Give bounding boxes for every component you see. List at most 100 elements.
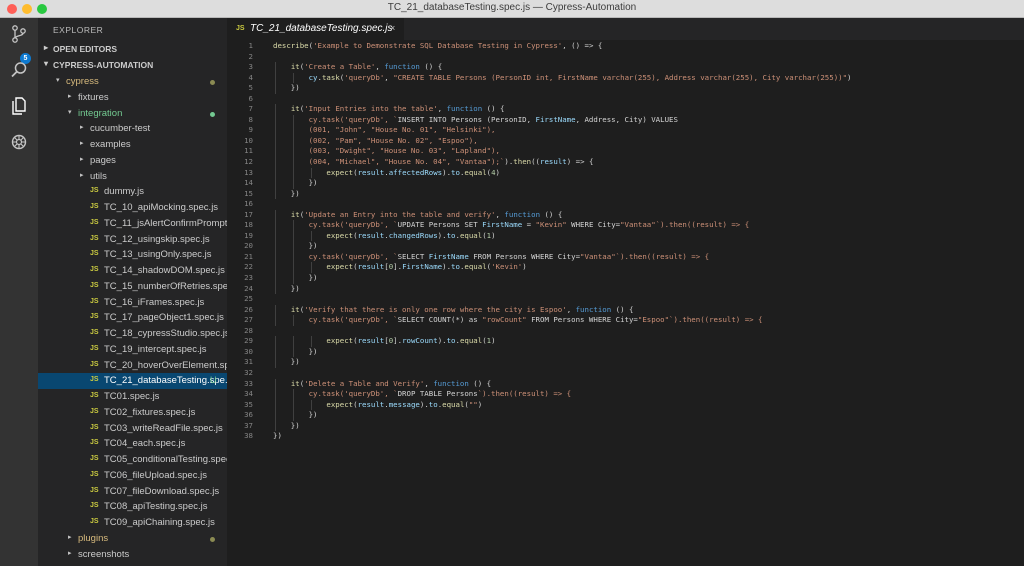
code-line: 10 (002, "Pam", "House No. 02", "Espoo")… (227, 135, 1024, 147)
line-number: 3 (248, 62, 253, 72)
file-item[interactable]: JS TC06_fileUpload.spec.js (38, 468, 227, 484)
js-file-icon: JS (90, 218, 99, 226)
file-item[interactable]: JS TC02_fixtures.spec.js (38, 405, 227, 421)
chevron-right-icon: ▸ (80, 171, 84, 179)
folder-item[interactable]: ▸ utils (38, 169, 227, 185)
folder-item[interactable]: ▸ cucumber-test (38, 121, 227, 137)
tab-active-file[interactable]: JS TC_21_databaseTesting.spec.js × (227, 18, 404, 40)
modified-dot-icon (210, 80, 215, 85)
line-number: 22 (244, 262, 253, 272)
file-item[interactable]: JS TC_10_apiMocking.spec.js (38, 200, 227, 216)
code-text: it('Create a Table', function () { (290, 62, 443, 72)
line-number: 25 (244, 294, 253, 304)
open-editors-section[interactable]: ▸ OPEN EDITORS (38, 41, 227, 57)
code-text: }) (273, 241, 318, 251)
code-line: 26 it('Verify that there is only one row… (227, 304, 1024, 316)
code-line: 8 cy.task('queryDb', `INSERT INTO Person… (227, 114, 1024, 126)
debug-icon[interactable] (9, 132, 29, 152)
code-line: 23 }) (227, 273, 1024, 284)
code-text: cy.task('queryDb', `INSERT INTO Persons … (273, 114, 678, 124)
file-item[interactable]: JS TC05_conditionalTesting.spec.js (38, 452, 227, 468)
file-item[interactable]: JS TC_16_iFrames.spec.js (38, 295, 227, 311)
file-item[interactable]: JS TC09_apiChaining.spec.js (38, 515, 227, 531)
tree-item-label: TC08_apiTesting.spec.js (104, 501, 208, 513)
line-number: 4 (248, 72, 253, 82)
code-line: 3 it('Create a Table', function () { (227, 62, 1024, 73)
title-bar: TC_21_databaseTesting.spec.js — Cypress-… (0, 0, 1024, 18)
file-item[interactable]: JS dummy.js (38, 184, 227, 200)
folder-item[interactable]: ▾ integration (38, 106, 227, 122)
file-item[interactable]: JS TC_11_jsAlertConfirmPrompt.sp... (38, 216, 227, 232)
code-line: 29 expect(result[0].rowCount).to.equal(1… (227, 336, 1024, 347)
file-item[interactable]: JS TC08_apiTesting.spec.js (38, 499, 227, 515)
explorer-title: EXPLORER (53, 25, 104, 35)
project-section[interactable]: ▾ CYPRESS-AUTOMATION (38, 57, 227, 73)
code-line: 33 it('Delete a Table and Verify', funct… (227, 378, 1024, 390)
js-file-icon: JS (90, 423, 99, 431)
file-item[interactable]: JS TC_15_numberOfRetries.spec.js (38, 279, 227, 295)
js-file-icon: JS (90, 470, 99, 478)
js-file-icon: JS (90, 281, 99, 289)
tree-item-label: dummy.js (104, 186, 144, 198)
js-file-icon: JS (90, 266, 99, 273)
file-item[interactable]: JS TC_18_cypressStudio.spec.js (38, 326, 227, 342)
file-item[interactable]: JS TC03_writeReadFile.spec.js (38, 421, 227, 437)
file-item[interactable]: JS TC_20_hoverOverElement.spec... (38, 358, 227, 374)
line-number: 26 (244, 304, 253, 314)
modified-dot-icon (210, 111, 215, 117)
files-icon[interactable] (9, 96, 29, 116)
file-item[interactable]: JS TC_19_intercept.spec.js (38, 342, 227, 358)
file-item[interactable]: JS TC_12_usingskip.spec.js (38, 232, 227, 248)
file-item[interactable]: JS TC_13_usingOnly.spec.js (38, 247, 227, 263)
tree-item-label: TC_13_usingOnly.spec.js (104, 249, 212, 261)
tree-item-label: fixtures (78, 91, 109, 103)
git-status-badge: U (210, 375, 217, 386)
code-line: 21 cy.task('queryDb', `SELECT FirstName … (227, 251, 1024, 263)
code-line: 16 (227, 199, 1024, 210)
js-file-icon: JS (90, 407, 99, 415)
line-number: 16 (244, 199, 253, 209)
tree-item-label: cucumber-test (90, 123, 151, 135)
folder-item[interactable]: ▸ pages (38, 153, 227, 169)
file-item[interactable]: JS TC_14_shadowDOM.spec.js (38, 263, 227, 279)
folder-item[interactable]: ▸ plugins (38, 531, 227, 547)
code-line: 25 (227, 294, 1024, 305)
js-file-icon: JS (90, 329, 99, 336)
file-item[interactable]: JS TC_21_databaseTesting.spe... U (38, 373, 227, 390)
folder-item[interactable]: ▸ screenshots (38, 547, 227, 563)
line-number: 38 (244, 431, 253, 441)
source-control-icon[interactable] (9, 24, 29, 44)
tree-item-label: TC_10_apiMocking.spec.js (104, 202, 219, 213)
search-icon[interactable] (9, 60, 29, 80)
window-title: TC_21_databaseTesting.spec.js — Cypress-… (387, 2, 637, 13)
code-text: }) (273, 431, 282, 441)
file-item[interactable]: JS TC04_each.spec.js (38, 436, 227, 452)
tab-label: TC_21_databaseTesting.spec.js (250, 23, 393, 34)
close-tab-icon[interactable]: × (390, 23, 395, 33)
file-item[interactable]: JS TC07_fileDownload.spec.js (38, 484, 227, 500)
code-line: 14 }) (227, 178, 1024, 189)
js-file-icon: JS (90, 203, 99, 210)
js-file-icon: JS (90, 486, 99, 494)
line-number: 18 (244, 220, 253, 230)
tree-item-label: TC01.spec.js (104, 391, 160, 402)
folder-item[interactable]: ▸ examples (38, 137, 227, 153)
code-line: 31 }) (227, 357, 1024, 368)
file-item[interactable]: JS TC_17_pageObject1.spec.js (38, 310, 227, 326)
tree-item-label: TC_12_usingskip.spec.js (104, 233, 210, 245)
line-number: 5 (248, 83, 253, 93)
folder-item[interactable]: ▸ fixtures (38, 90, 227, 106)
folder-item[interactable]: ▾ cypress (38, 74, 227, 90)
code-line: 6 (227, 94, 1024, 105)
js-file-icon: JS (90, 455, 99, 462)
code-text: cy.task('queryDb', `SELECT FirstName FRO… (273, 251, 710, 261)
line-number: 31 (244, 357, 253, 367)
tree-item-label: TC_16_iFrames.spec.js (104, 296, 205, 308)
code-editor[interactable]: 1 describe('Example to Demonstrate SQL Da… (227, 41, 1024, 442)
code-line: 13 expect(result.affectedRows).to.equal(… (227, 167, 1024, 179)
tree-item-label: TC06_fileUpload.spec.js (104, 469, 207, 481)
file-item[interactable]: JS TC01.spec.js (38, 389, 227, 405)
line-number: 24 (244, 283, 253, 293)
code-line: 18 cy.task('queryDb', `UPDATE Persons SE… (227, 220, 1024, 231)
js-file-icon: JS (90, 187, 99, 195)
